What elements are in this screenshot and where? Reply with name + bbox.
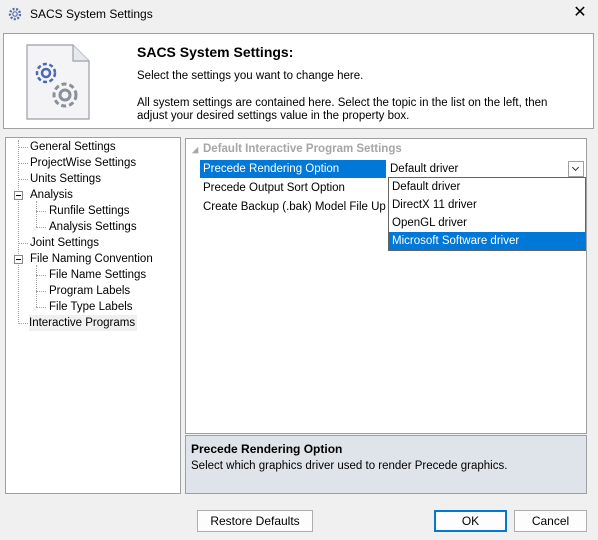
tree-connector	[18, 179, 28, 180]
rendering-option-select[interactable]: Default driver	[388, 160, 586, 178]
tree-item-file-name-settings[interactable]: File Name Settings	[49, 267, 146, 283]
header-instruction: Select the settings you want to change h…	[137, 70, 364, 82]
description-text: Select which graphics driver used to ren…	[191, 460, 508, 472]
property-name: Precede Output Sort Option	[203, 182, 345, 194]
tree-item-projectwise-settings[interactable]: ProjectWise Settings	[30, 155, 136, 171]
tree-connector	[36, 211, 46, 212]
app-gear-icon	[8, 7, 22, 21]
tree-item-analysis-settings[interactable]: Analysis Settings	[49, 219, 137, 235]
rendering-option-dropdown-list[interactable]: Default driver DirectX 11 driver OpenGL …	[388, 177, 586, 251]
settings-tree[interactable]: General Settings ProjectWise Settings Un…	[5, 137, 181, 494]
tree-item-file-type-labels[interactable]: File Type Labels	[49, 299, 133, 315]
tree-item-runfile-settings[interactable]: Runfile Settings	[49, 203, 130, 219]
tree-connector	[36, 307, 46, 308]
property-name: Create Backup (.bak) Model File Upon Sav…	[203, 201, 386, 213]
tree-item-interactive-programs[interactable]: Interactive Programs	[29, 315, 138, 331]
tree-connector	[36, 265, 37, 307]
property-name: Precede Rendering Option	[200, 160, 386, 178]
collapse-analysis-icon[interactable]	[14, 191, 23, 200]
header-title: SACS System Settings:	[137, 44, 294, 60]
restore-defaults-button[interactable]: Restore Defaults	[197, 510, 313, 532]
window-title: SACS System Settings	[30, 7, 153, 21]
title-bar: SACS System Settings ✕	[0, 0, 598, 28]
dropdown-option-highlighted[interactable]: Microsoft Software driver	[389, 232, 585, 250]
category-label: Default Interactive Program Settings	[203, 143, 402, 155]
collapse-file-naming-icon[interactable]	[14, 255, 23, 264]
cancel-button[interactable]: Cancel	[514, 510, 587, 532]
tree-connector	[36, 291, 46, 292]
property-description-panel: Precede Rendering Option Select which gr…	[185, 435, 587, 494]
tree-connector	[36, 201, 37, 227]
tree-item-analysis[interactable]: Analysis	[30, 187, 73, 203]
tree-item-program-labels[interactable]: Program Labels	[49, 283, 130, 299]
dropdown-option[interactable]: OpenGL driver	[389, 214, 585, 232]
property-value: Default driver	[390, 163, 459, 175]
ok-button[interactable]: OK	[434, 510, 507, 532]
tree-connector	[18, 323, 28, 324]
tree-connector	[36, 275, 46, 276]
settings-gears-icon	[26, 44, 90, 120]
tree-item-units-settings[interactable]: Units Settings	[30, 171, 101, 187]
close-icon[interactable]: ✕	[562, 0, 598, 28]
header-panel: SACS System Settings: Select the setting…	[3, 33, 594, 129]
tree-connector	[18, 140, 19, 324]
chevron-down-icon[interactable]	[568, 161, 584, 177]
property-category[interactable]: Default Interactive Program Settings	[186, 141, 586, 158]
tree-connector	[18, 147, 28, 148]
tree-connector	[18, 243, 28, 244]
collapse-category-icon[interactable]	[191, 146, 199, 154]
tree-connector	[18, 163, 28, 164]
tree-item-file-naming-convention[interactable]: File Naming Convention	[30, 251, 153, 267]
dropdown-option[interactable]: DirectX 11 driver	[389, 196, 585, 214]
tree-connector	[36, 227, 46, 228]
description-title: Precede Rendering Option	[191, 442, 343, 456]
dropdown-option[interactable]: Default driver	[389, 178, 585, 196]
tree-item-general-settings[interactable]: General Settings	[30, 139, 116, 155]
tree-item-joint-settings[interactable]: Joint Settings	[30, 235, 99, 251]
header-description: All system settings are contained here. …	[137, 97, 548, 122]
